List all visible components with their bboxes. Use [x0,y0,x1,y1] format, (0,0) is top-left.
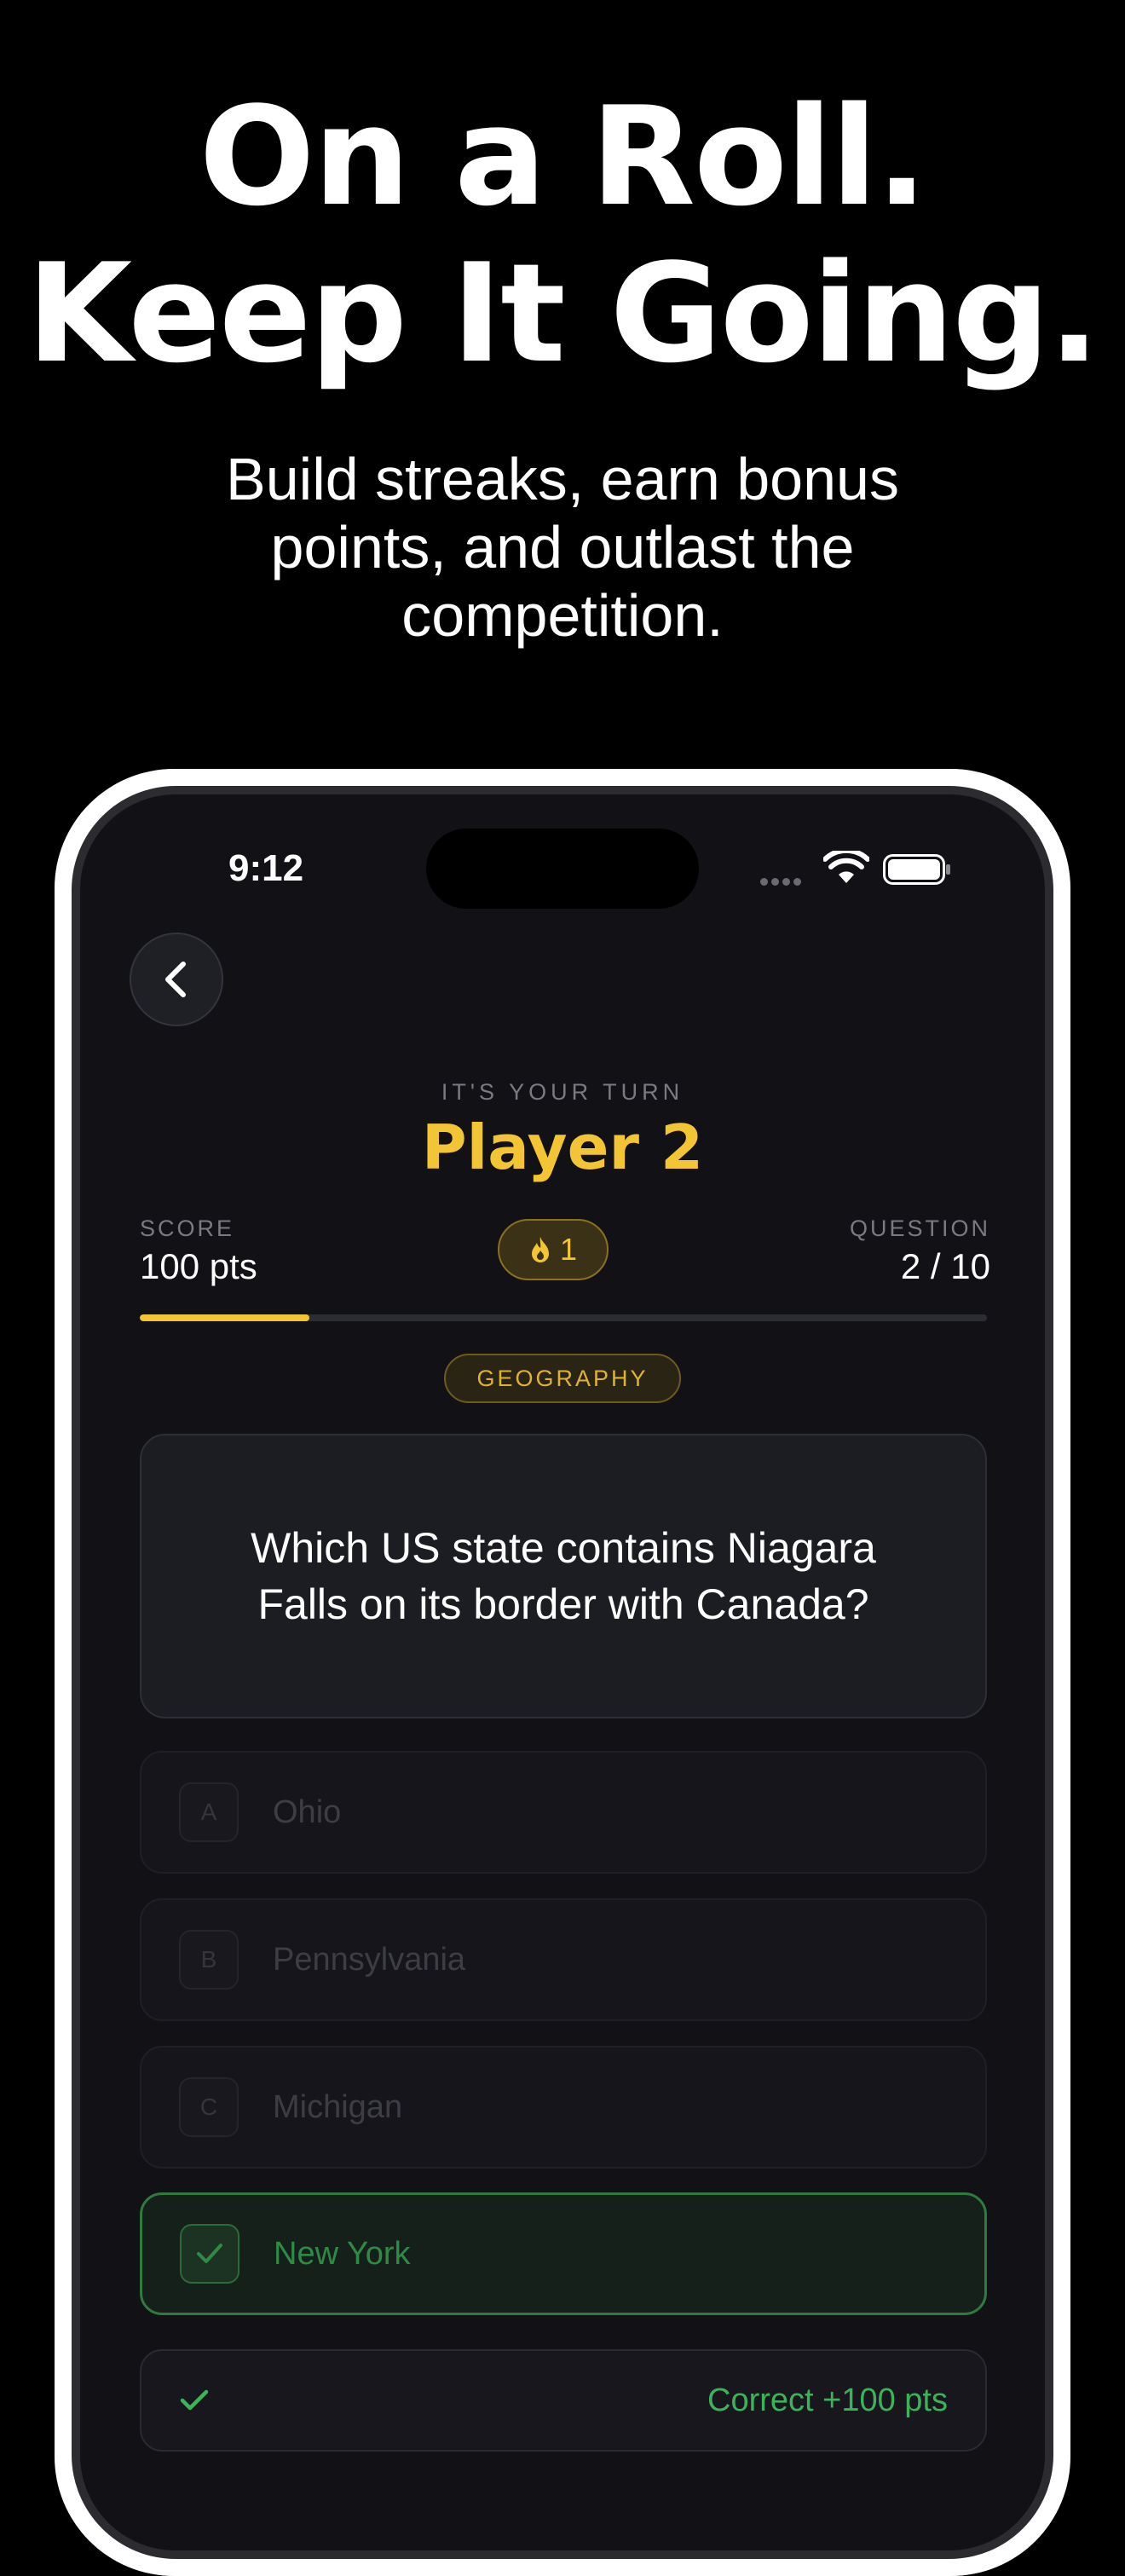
checkmark-icon [180,2224,239,2284]
answer-label: Michigan [273,2088,403,2125]
progress-fill [140,1314,309,1321]
answer-option-c[interactable]: C Michigan [140,2046,987,2169]
back-button[interactable] [130,933,223,1026]
wifi-icon [823,851,869,883]
checkmark-icon [180,2389,209,2411]
streak-count: 1 [559,1232,578,1267]
battery-icon [883,854,950,885]
answer-letter: B [179,1930,239,1990]
result-text: Correct +100 pts [707,2382,948,2418]
subheadline: Build streaks, earn bonus points, and ou… [226,446,899,649]
chevron-left-icon [165,962,186,997]
phone-screen: 9:12 IT'S YOUR TURN Player 2 SCORE 100 p… [80,794,1045,2550]
question-text: Which US state contains Niagara Falls on… [251,1524,876,1628]
status-time: 9:12 [228,847,304,889]
headline-line-2: Keep It Going. [26,234,1099,393]
turn-label: IT'S YOUR TURN [441,1079,684,1105]
dynamic-island [426,829,699,909]
question-count: 2 / 10 [900,1246,990,1286]
headline-line-1: On a Roll. [199,77,928,236]
result-banner: Correct +100 pts [140,2349,987,2452]
answer-option-d[interactable]: New York [140,2192,987,2315]
category-pill: GEOGRAPHY [444,1354,681,1403]
question-label: QUESTION [849,1216,990,1241]
answer-label: Ohio [273,1793,342,1830]
flame-icon [531,1237,549,1262]
progress-bar [140,1314,987,1321]
answer-letter: C [179,2077,239,2137]
answer-label: Pennsylvania [273,1941,466,1978]
answer-option-b[interactable]: B Pennsylvania [140,1898,987,2021]
streak-badge: 1 [498,1219,609,1280]
player-name: Player 2 [421,1112,704,1183]
score-label: SCORE [140,1216,235,1241]
answer-letter: A [179,1782,239,1842]
question-card: Which US state contains Niagara Falls on… [140,1434,987,1718]
headline: On a Roll. Keep It Going. [0,78,1125,392]
answer-option-a[interactable]: A Ohio [140,1751,987,1874]
score-value: 100 pts [140,1246,257,1286]
signal-dots-icon [760,873,805,889]
answer-label: New York [274,2235,411,2272]
